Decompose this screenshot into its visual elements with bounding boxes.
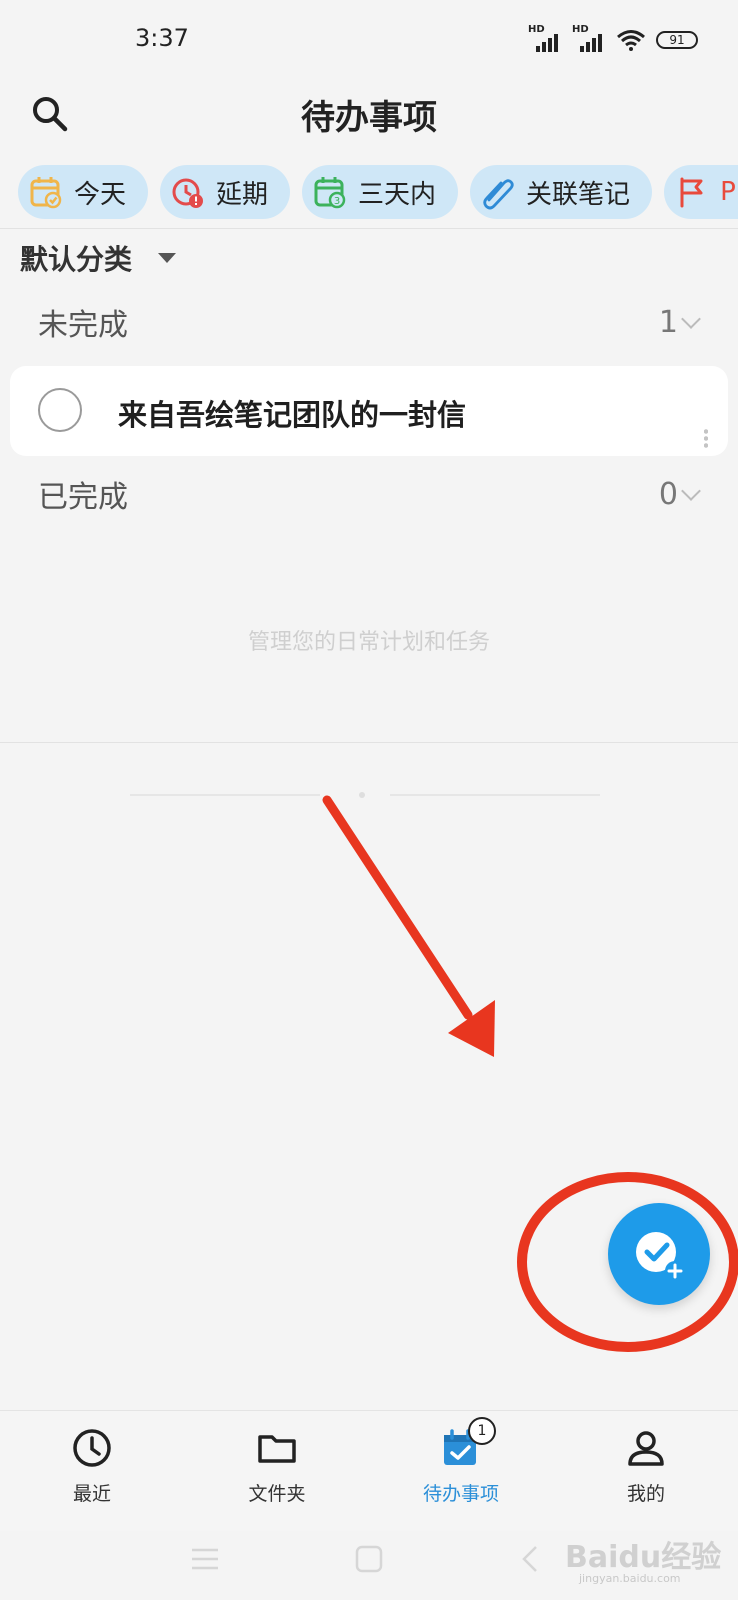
chip-label: 延期 [216,179,269,210]
status-icons: HD HD 91 [528,24,698,52]
section-count: 1 [659,305,701,340]
category-label: 默认分类 [20,243,133,276]
wifi-icon [617,30,645,51]
paperclip-icon [483,179,514,210]
calendar-check-icon [30,177,62,209]
svg-text:3: 3 [334,196,340,207]
tab-profile[interactable]: 我的 [571,1427,721,1506]
home-icon[interactable] [354,1544,384,1574]
todo-count-badge: 1 [468,1417,496,1445]
chip-linked-notes[interactable]: 关联笔记 [470,165,653,219]
tab-label: 文件夹 [248,1483,306,1505]
tab-recent[interactable]: 最近 [17,1427,167,1506]
signal-icon-2: HD [572,24,606,52]
tab-label: 待办事项 [422,1483,499,1505]
task-item[interactable]: 来自吾绘笔记团队的一封信 [10,366,728,456]
chevron-down-icon [681,481,701,501]
clock-icon [73,1429,111,1467]
category-dropdown[interactable]: 默认分类 [20,238,177,278]
section-label: 已完成 [38,480,128,515]
tab-label: 我的 [626,1483,665,1505]
status-bar: 3:37 HD HD 91 [0,0,738,80]
section-complete[interactable]: 已完成 0 [38,472,701,516]
task-title: 来自吾绘笔记团队的一封信 [118,398,467,432]
caret-down-icon [158,253,177,263]
chip-label: 关联笔记 [526,179,631,210]
empty-hint: 管理您的日常计划和任务 [247,630,490,655]
chip-label: 今天 [74,179,127,210]
clock-alert-icon [172,178,204,208]
tab-todo[interactable]: 1 待办事项 [386,1417,536,1506]
drag-handle-icon[interactable] [704,428,708,448]
signal-icon: HD [528,24,562,52]
add-todo-button[interactable] [608,1203,710,1305]
chevron-down-icon [681,309,701,329]
chip-label: P1 [720,177,738,207]
task-checkbox[interactable] [38,388,82,432]
folder-icon [258,1435,296,1463]
chip-label: 三天内 [358,179,437,210]
chip-overdue[interactable]: 延期 [160,165,291,219]
status-time: 3:37 [135,24,189,52]
section-incomplete[interactable]: 未完成 1 [38,300,701,344]
section-count: 0 [659,477,701,512]
divider [0,742,738,743]
annotation-arrowhead [448,1000,495,1057]
annotation-arrow [322,795,473,1020]
person-icon [628,1431,664,1466]
page-indicator [130,792,600,798]
filter-chips: 今天 延期 3 三天内 关联笔记 P1 [18,165,738,219]
chip-three-days[interactable]: 3 三天内 [302,165,459,219]
watermark: Baidu经验 jingyan.baidu.com [565,1532,721,1585]
flag-icon [680,177,703,208]
tab-label: 最近 [72,1483,111,1505]
chip-today[interactable]: 今天 [18,165,149,219]
header: 待办事项 [0,80,738,150]
bottom-tab-bar: 最近 文件夹 1 待办事项 我的 [0,1410,738,1531]
check-plus-icon [636,1232,685,1281]
page-title: 待办事项 [301,98,437,138]
section-label: 未完成 [38,308,128,343]
watermark-text: Baidu经验 [565,1540,722,1575]
chip-p1[interactable]: P1 [664,165,738,219]
menu-icon[interactable] [190,1546,220,1572]
divider [0,228,738,229]
back-icon[interactable] [520,1544,540,1574]
calendar-3-icon: 3 [314,177,346,209]
tab-folders[interactable]: 文件夹 [202,1427,352,1506]
battery-indicator: 91 [656,31,698,49]
